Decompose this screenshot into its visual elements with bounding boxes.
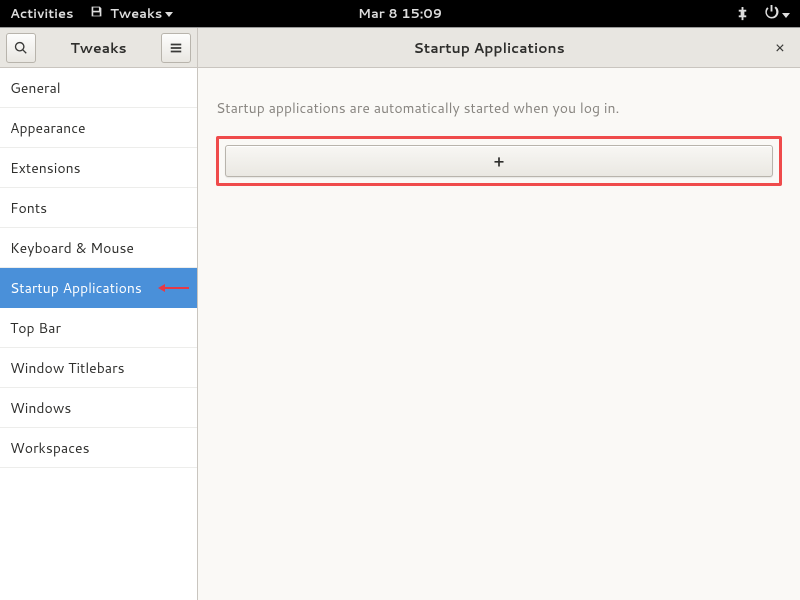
power-icon bbox=[764, 4, 779, 19]
sidebar-item-label: Fonts bbox=[10, 198, 47, 218]
sidebar-header: Tweaks bbox=[0, 28, 197, 68]
caret-down-icon bbox=[782, 13, 790, 18]
annotation-highlight: + bbox=[216, 136, 782, 186]
sidebar-item-label: Workspaces bbox=[10, 438, 90, 458]
tweaks-window: Tweaks General Appearance Extensions Fonts K… bbox=[0, 27, 800, 600]
sidebar-item-label: Extensions bbox=[10, 158, 81, 178]
sidebar-item-window-titlebars[interactable]: Window Titlebars bbox=[0, 348, 197, 388]
sidebar-list: General Appearance Extensions Fonts Keyboard… bbox=[0, 68, 197, 600]
sidebar-item-label: Startup Applications bbox=[10, 278, 142, 298]
sidebar-item-label: General bbox=[10, 78, 61, 98]
close-button[interactable]: × bbox=[770, 38, 790, 58]
main-body: Startup applications are automatically s… bbox=[198, 68, 800, 216]
gnome-topbar: Activities Tweaks Mar 8 15:09 bbox=[0, 0, 800, 27]
sidebar-title: Tweaks bbox=[40, 38, 157, 58]
sidebar-item-general[interactable]: General bbox=[0, 68, 197, 108]
sidebar-item-appearance[interactable]: Appearance bbox=[0, 108, 197, 148]
sidebar-item-workspaces[interactable]: Workspaces bbox=[0, 428, 197, 468]
sidebar-item-windows[interactable]: Windows bbox=[0, 388, 197, 428]
search-icon bbox=[14, 41, 28, 55]
network-icon[interactable] bbox=[735, 6, 750, 21]
sidebar: Tweaks General Appearance Extensions Fonts K… bbox=[0, 28, 198, 600]
app-menu-label: Tweaks bbox=[110, 5, 162, 23]
sidebar-item-label: Appearance bbox=[10, 118, 86, 138]
sidebar-item-label: Top Bar bbox=[10, 318, 61, 338]
hamburger-icon bbox=[169, 41, 183, 55]
search-button[interactable] bbox=[6, 33, 36, 63]
description-text: Startup applications are automatically s… bbox=[216, 98, 782, 118]
sidebar-item-label: Window Titlebars bbox=[10, 358, 125, 378]
sidebar-item-label: Windows bbox=[10, 398, 71, 418]
hamburger-button[interactable] bbox=[161, 33, 191, 63]
main-header: Startup Applications × bbox=[198, 28, 800, 68]
page-title: Startup Applications bbox=[208, 38, 770, 58]
sidebar-item-fonts[interactable]: Fonts bbox=[0, 188, 197, 228]
main-panel: Startup Applications × Startup applicati… bbox=[198, 28, 800, 600]
add-startup-app-button[interactable]: + bbox=[225, 145, 773, 177]
system-menu[interactable] bbox=[764, 4, 790, 24]
sidebar-item-startup-applications[interactable]: Startup Applications bbox=[0, 268, 197, 308]
caret-down-icon bbox=[165, 12, 173, 17]
sidebar-item-keyboard-mouse[interactable]: Keyboard & Mouse bbox=[0, 228, 197, 268]
sidebar-item-extensions[interactable]: Extensions bbox=[0, 148, 197, 188]
sidebar-item-label: Keyboard & Mouse bbox=[10, 238, 134, 258]
clock[interactable]: Mar 8 15:09 bbox=[358, 5, 442, 23]
sidebar-item-top-bar[interactable]: Top Bar bbox=[0, 308, 197, 348]
floppy-icon bbox=[90, 5, 103, 18]
app-menu[interactable]: Tweaks bbox=[90, 5, 174, 23]
activities-button[interactable]: Activities bbox=[10, 5, 74, 23]
annotation-arrow bbox=[158, 284, 189, 292]
